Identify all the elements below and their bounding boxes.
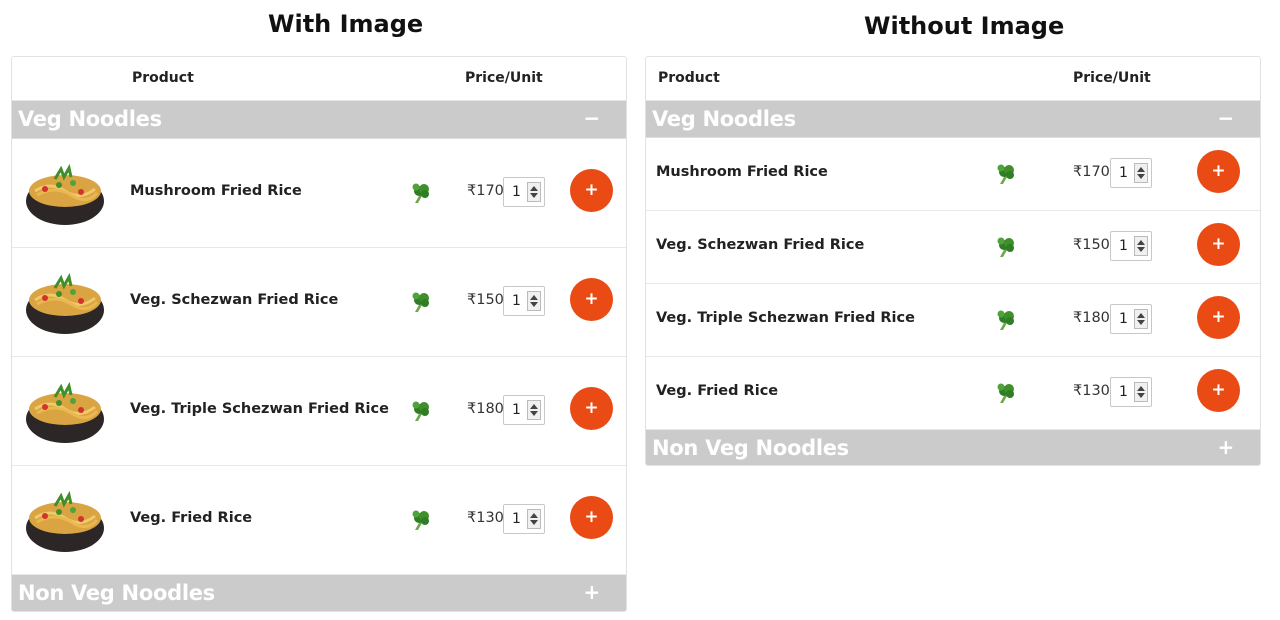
quantity-value: 1 xyxy=(512,184,521,200)
broccoli-icon xyxy=(412,183,429,203)
plus-icon: + xyxy=(584,180,599,200)
quantity-value: 1 xyxy=(1119,238,1128,254)
item-price: ₹150 xyxy=(1073,237,1110,253)
category-label: Veg Noodles xyxy=(18,107,162,131)
menu-panel-with-image: Product Price/Unit Veg Noodles − Mushroo… xyxy=(11,56,627,612)
broccoli-icon xyxy=(997,164,1014,184)
plus-icon: + xyxy=(584,507,599,527)
header-price: Price/Unit xyxy=(465,70,543,86)
item-name: Mushroom Fried Rice xyxy=(130,183,302,199)
plus-icon: + xyxy=(1211,161,1226,181)
category-label: Non Veg Noodles xyxy=(18,581,215,605)
item-price: ₹180 xyxy=(467,401,504,417)
add-button[interactable]: + xyxy=(1197,369,1240,412)
item-name: Veg. Fried Rice xyxy=(656,383,779,399)
item-name: Veg. Fried Rice xyxy=(130,510,253,526)
plus-icon: + xyxy=(584,398,599,418)
item-name: Veg. Schezwan Fried Rice xyxy=(656,237,865,253)
add-button[interactable]: + xyxy=(1197,296,1240,339)
menu-panel-without-image: Product Price/Unit Veg Noodles − Mushroo… xyxy=(645,56,1261,466)
collapse-toggle[interactable]: − xyxy=(584,106,601,130)
quantity-stepper[interactable]: 1 xyxy=(1110,231,1152,261)
add-button[interactable]: + xyxy=(570,169,613,212)
table-row: Veg. Fried Rice ₹130 1 + xyxy=(12,466,626,575)
header-product: Product xyxy=(132,70,194,86)
dish-image xyxy=(26,490,104,552)
dish-image xyxy=(26,163,104,225)
quantity-value: 1 xyxy=(1119,384,1128,400)
add-button[interactable]: + xyxy=(570,387,613,430)
collapse-toggle[interactable]: − xyxy=(1218,106,1235,130)
category-veg-noodles[interactable]: Veg Noodles − xyxy=(12,101,626,139)
quantity-value: 1 xyxy=(1119,311,1128,327)
header-product: Product xyxy=(658,70,720,86)
item-price: ₹170 xyxy=(1073,164,1110,180)
item-name: Mushroom Fried Rice xyxy=(656,164,828,180)
spinner-arrows[interactable] xyxy=(1134,163,1148,183)
broccoli-icon xyxy=(412,401,429,421)
spinner-arrows[interactable] xyxy=(527,291,541,311)
quantity-stepper[interactable]: 1 xyxy=(1110,158,1152,188)
plus-icon: + xyxy=(584,289,599,309)
item-price: ₹150 xyxy=(467,292,504,308)
table-row: Veg. Triple Schezwan Fried Rice ₹180 1 + xyxy=(646,284,1260,357)
spinner-arrows[interactable] xyxy=(527,400,541,420)
plus-icon: + xyxy=(1211,380,1226,400)
broccoli-icon xyxy=(997,237,1014,257)
item-price: ₹180 xyxy=(1073,310,1110,326)
add-button[interactable]: + xyxy=(1197,223,1240,266)
item-name: Veg. Triple Schezwan Fried Rice xyxy=(130,401,389,417)
expand-toggle[interactable]: + xyxy=(584,580,601,604)
quantity-stepper[interactable]: 1 xyxy=(503,286,545,316)
dish-image xyxy=(26,272,104,334)
header-price: Price/Unit xyxy=(1073,70,1151,86)
quantity-stepper[interactable]: 1 xyxy=(503,177,545,207)
add-button[interactable]: + xyxy=(1197,150,1240,193)
spinner-arrows[interactable] xyxy=(527,182,541,202)
table-row: Veg. Schezwan Fried Rice ₹150 1 + xyxy=(646,211,1260,284)
add-button[interactable]: + xyxy=(570,496,613,539)
category-label: Veg Noodles xyxy=(652,107,796,131)
spinner-arrows[interactable] xyxy=(1134,309,1148,329)
quantity-value: 1 xyxy=(512,511,521,527)
item-price: ₹130 xyxy=(1073,383,1110,399)
add-button[interactable]: + xyxy=(570,278,613,321)
title-with-image: With Image xyxy=(268,10,424,38)
quantity-stepper[interactable]: 1 xyxy=(503,504,545,534)
table-row: Veg. Fried Rice ₹130 1 + xyxy=(646,357,1260,430)
item-name: Veg. Triple Schezwan Fried Rice xyxy=(656,310,915,326)
expand-toggle[interactable]: + xyxy=(1218,435,1235,459)
table-header: Product Price/Unit xyxy=(12,57,626,101)
quantity-value: 1 xyxy=(512,402,521,418)
spinner-arrows[interactable] xyxy=(1134,236,1148,256)
item-price: ₹170 xyxy=(467,183,504,199)
category-label: Non Veg Noodles xyxy=(652,436,849,460)
broccoli-icon xyxy=(997,383,1014,403)
spinner-arrows[interactable] xyxy=(1134,382,1148,402)
item-name: Veg. Schezwan Fried Rice xyxy=(130,292,339,308)
quantity-value: 1 xyxy=(512,293,521,309)
title-without-image: Without Image xyxy=(864,12,1065,40)
plus-icon: + xyxy=(1211,307,1226,327)
table-row: Veg. Schezwan Fried Rice ₹150 1 + xyxy=(12,248,626,357)
quantity-stepper[interactable]: 1 xyxy=(1110,304,1152,334)
table-row: Mushroom Fried Rice ₹170 1 + xyxy=(646,138,1260,211)
broccoli-icon xyxy=(997,310,1014,330)
table-header: Product Price/Unit xyxy=(646,57,1260,101)
plus-icon: + xyxy=(1211,234,1226,254)
dish-image xyxy=(26,381,104,443)
category-non-veg-noodles[interactable]: Non Veg Noodles + xyxy=(646,430,1260,465)
table-row: Veg. Triple Schezwan Fried Rice ₹180 1 + xyxy=(12,357,626,466)
quantity-value: 1 xyxy=(1119,165,1128,181)
table-row: Mushroom Fried Rice ₹170 1 + xyxy=(12,139,626,248)
quantity-stepper[interactable]: 1 xyxy=(503,395,545,425)
category-veg-noodles[interactable]: Veg Noodles − xyxy=(646,101,1260,138)
broccoli-icon xyxy=(412,292,429,312)
quantity-stepper[interactable]: 1 xyxy=(1110,377,1152,407)
broccoli-icon xyxy=(412,510,429,530)
spinner-arrows[interactable] xyxy=(527,509,541,529)
item-price: ₹130 xyxy=(467,510,504,526)
category-non-veg-noodles[interactable]: Non Veg Noodles + xyxy=(12,575,626,611)
